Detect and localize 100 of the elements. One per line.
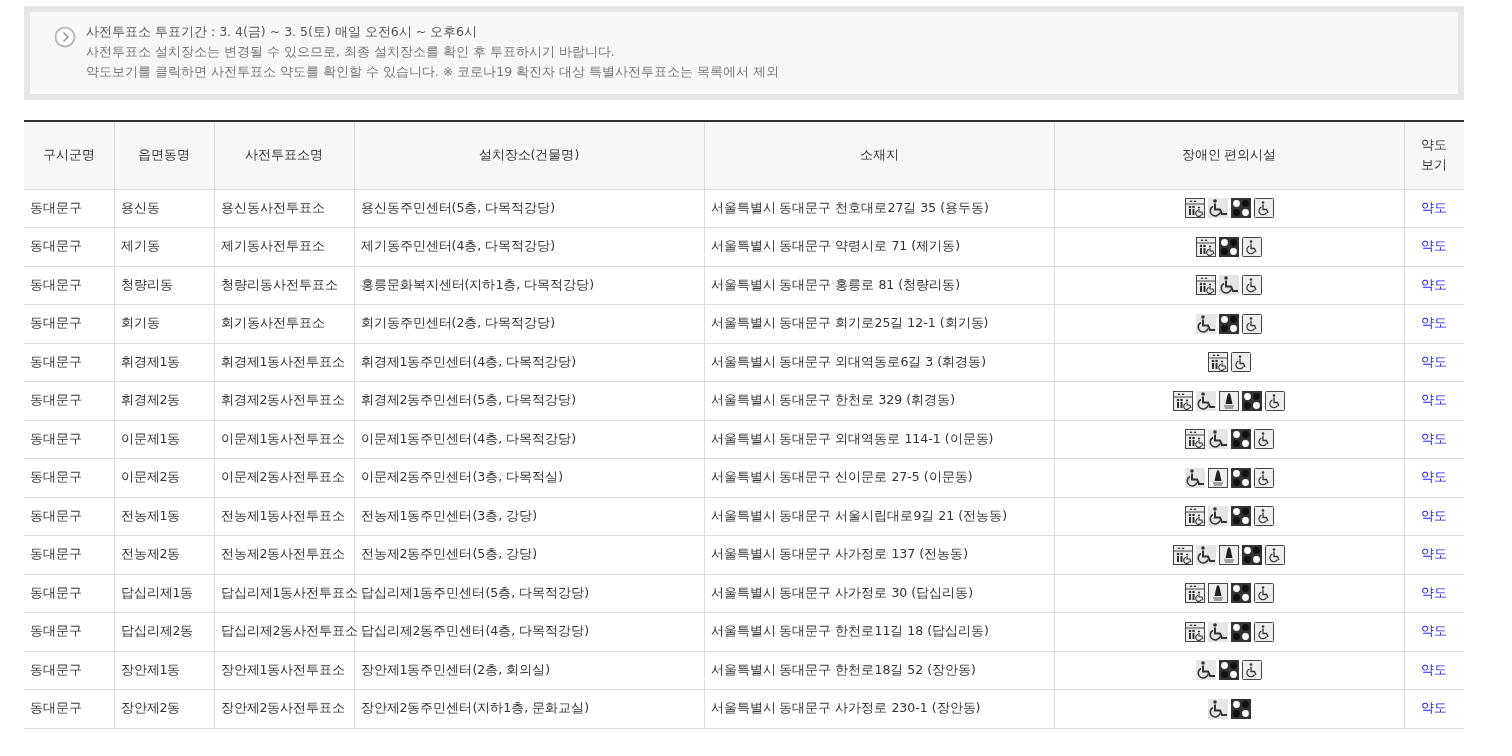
wheelchair-icon	[1242, 313, 1262, 334]
table-cell: 동대문구	[24, 612, 114, 651]
notice-text: 약도보기를 클릭하면 사전투표소 약도를 확인할 수 있습니다. ※ 코로나19 확진자 대상 특별사전투표소는 목록에서 제외	[86, 64, 779, 80]
lift-icon	[1219, 544, 1239, 565]
map-link[interactable]: 약도	[1421, 546, 1448, 562]
elevator-icon	[1207, 352, 1228, 373]
table-cell: 답십리제1동	[114, 574, 214, 613]
map-link[interactable]: 약도	[1421, 199, 1448, 215]
map-link[interactable]: 약도	[1421, 353, 1448, 369]
wheelchair-icon	[1253, 506, 1274, 527]
table-cell: 제기동	[114, 227, 214, 266]
chevron-circle-icon	[54, 26, 76, 48]
map-link[interactable]: 약도	[1421, 238, 1448, 254]
elevator-icon	[1173, 544, 1193, 565]
table-cell: 동대문구	[24, 420, 114, 459]
lift-icon	[1207, 467, 1228, 488]
wheelchair-ramp-icon	[1196, 660, 1216, 681]
table-cell: 휘경제2동	[114, 381, 214, 420]
wheelchair-ramp-icon	[1207, 198, 1228, 219]
map-link[interactable]: 약도	[1421, 623, 1448, 639]
table-cell: 용신동사전투표소	[214, 189, 354, 228]
table-cell: 이문제2동	[114, 458, 214, 497]
table-cell: 용신동주민센터(5층, 다목적강당)	[354, 189, 704, 228]
map-link[interactable]: 약도	[1421, 584, 1448, 600]
wheelchair-icon	[1253, 583, 1274, 604]
table-cell: 동대문구	[24, 535, 114, 574]
wheelchair-ramp-icon	[1207, 506, 1228, 527]
elevator-icon	[1184, 198, 1205, 219]
table-cell: 회기동사전투표소	[214, 304, 354, 343]
table-cell: 전농제2동주민센터(5층, 강당)	[354, 535, 704, 574]
table-cell: 동대문구	[24, 227, 114, 266]
wheelchair-ramp-icon	[1219, 275, 1239, 296]
braille-block-icon	[1230, 506, 1251, 527]
column-header: 구시군명	[24, 121, 114, 189]
table-cell: 장안제2동사전투표소	[214, 689, 354, 728]
map-link[interactable]: 약도	[1421, 661, 1448, 677]
table-cell: 답십리제2동	[114, 612, 214, 651]
map-link[interactable]: 약도	[1421, 430, 1448, 446]
table-cell: 청량리동사전투표소	[214, 266, 354, 305]
wheelchair-ramp-icon	[1196, 544, 1216, 565]
table-cell: 동대문구	[24, 651, 114, 690]
table-cell: 동대문구	[24, 266, 114, 305]
map-link[interactable]: 약도	[1421, 469, 1448, 485]
table-cell: 제기동주민센터(4층, 다목적강당)	[354, 227, 704, 266]
braille-block-icon	[1230, 429, 1251, 450]
table-cell: 동대문구	[24, 574, 114, 613]
column-header: 설치장소(건물명)	[354, 121, 704, 189]
table-cell: 동대문구	[24, 304, 114, 343]
braille-block-icon	[1219, 660, 1239, 681]
table-cell: 서울특별시 동대문구 서울시립대로9길 21 (전농동)	[704, 497, 1054, 536]
table-cell: 서울특별시 동대문구 회기로25길 12-1 (회기동)	[704, 304, 1054, 343]
elevator-icon	[1184, 429, 1205, 450]
table-cell: 서울특별시 동대문구 한천로 329 (휘경동)	[704, 381, 1054, 420]
wheelchair-icon	[1265, 544, 1285, 565]
braille-block-icon	[1219, 236, 1239, 257]
map-link[interactable]: 약도	[1421, 700, 1448, 716]
table-cell: 회기동	[114, 304, 214, 343]
lift-icon	[1219, 390, 1239, 411]
table-cell: 휘경제1동사전투표소	[214, 343, 354, 382]
elevator-icon	[1173, 390, 1193, 411]
braille-block-icon	[1230, 698, 1251, 719]
braille-block-icon	[1242, 390, 1262, 411]
braille-block-icon	[1219, 313, 1239, 334]
map-link[interactable]: 약도	[1421, 507, 1448, 523]
wheelchair-ramp-icon	[1196, 313, 1216, 334]
table-cell: 동대문구	[24, 343, 114, 382]
table-cell: 회기동주민센터(2층, 다목적강당)	[354, 304, 704, 343]
table-cell: 장안제1동주민센터(2층, 회의실)	[354, 651, 704, 690]
table-cell: 이문제2동사전투표소	[214, 458, 354, 497]
wheelchair-icon	[1253, 429, 1274, 450]
map-link[interactable]: 약도	[1421, 276, 1448, 292]
table-cell: 휘경제2동주민센터(5층, 다목적강당)	[354, 381, 704, 420]
column-header: 장애인 편의시설	[1054, 121, 1404, 189]
wheelchair-ramp-icon	[1196, 390, 1216, 411]
braille-block-icon	[1230, 583, 1251, 604]
table-cell: 전농제1동주민센터(3층, 강당)	[354, 497, 704, 536]
elevator-icon	[1184, 506, 1205, 527]
wheelchair-icon	[1253, 621, 1274, 642]
table-cell: 휘경제1동	[114, 343, 214, 382]
table-cell: 이문제1동주민센터(4층, 다목적강당)	[354, 420, 704, 459]
wheelchair-icon	[1242, 275, 1262, 296]
table-cell: 청량리동	[114, 266, 214, 305]
elevator-icon	[1184, 583, 1205, 604]
wheelchair-icon	[1230, 352, 1251, 373]
table-cell: 전농제2동사전투표소	[214, 535, 354, 574]
table-cell: 서울특별시 동대문구 한천로18길 52 (장안동)	[704, 651, 1054, 690]
table-cell: 휘경제2동사전투표소	[214, 381, 354, 420]
table-cell: 홍릉문화복지센터(지하1층, 다목적강당)	[354, 266, 704, 305]
table-cell: 서울특별시 동대문구 천호대로27길 35 (용두동)	[704, 189, 1054, 228]
lift-icon	[1207, 583, 1228, 604]
table-cell: 동대문구	[24, 381, 114, 420]
wheelchair-ramp-icon	[1207, 429, 1228, 450]
column-header: 사전투표소명	[214, 121, 354, 189]
table-cell: 장안제2동주민센터(지하1층, 문화교실)	[354, 689, 704, 728]
wheelchair-icon	[1253, 467, 1274, 488]
map-link[interactable]: 약도	[1421, 392, 1448, 408]
notice-text: 사전투표소 투표기간 : 3. 4(금) ~ 3. 5(토) 매일 오전6시 ~ 오후6시	[86, 24, 479, 40]
map-link[interactable]: 약도	[1421, 315, 1448, 331]
table-cell: 동대문구	[24, 497, 114, 536]
table-cell: 동대문구	[24, 189, 114, 228]
